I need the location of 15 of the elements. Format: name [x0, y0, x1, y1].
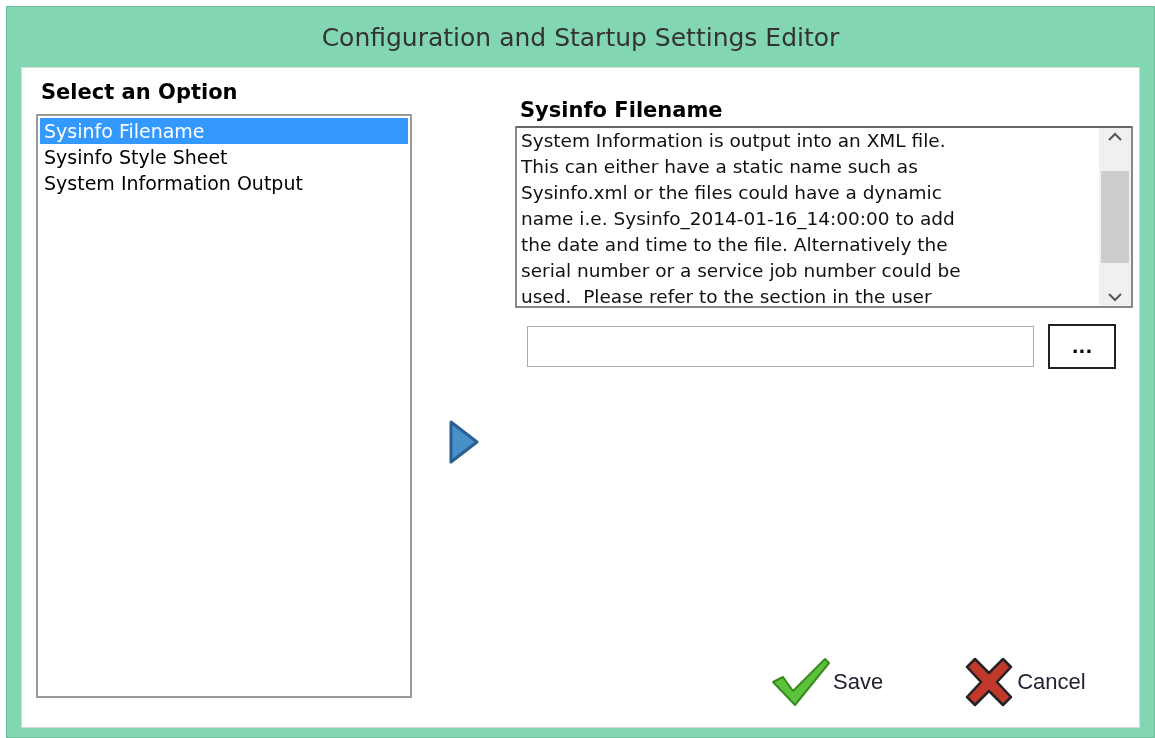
- option-item[interactable]: System Information Output: [40, 170, 408, 196]
- detail-heading: Sysinfo Filename: [520, 98, 724, 122]
- triangle-icon: [448, 420, 479, 464]
- scrollbar[interactable]: [1099, 128, 1131, 306]
- option-item[interactable]: Sysinfo Style Sheet: [40, 144, 408, 170]
- scroll-down-icon[interactable]: [1108, 292, 1122, 302]
- filename-field[interactable]: [527, 326, 1034, 367]
- window-title: Configuration and Startup Settings Editor: [320, 21, 841, 54]
- browse-button[interactable]: ...: [1048, 324, 1116, 369]
- checkmark-icon: [771, 657, 831, 707]
- save-button[interactable]: Save: [771, 657, 884, 707]
- description-text: System Information is output into an XML file. This can either have a static name such as Sysinfo.xml or the files could have a dynamic name i.e. Sysinfo_2014-01-16_14:00:00 to add the date and time to the file. Alternatively the serial number or a service job number could be used. Please refer to the section in the user: [520, 129, 962, 306]
- cancel-button[interactable]: Cancel: [963, 657, 1086, 707]
- options-heading: Select an Option: [41, 80, 239, 104]
- scroll-up-icon[interactable]: [1108, 132, 1122, 142]
